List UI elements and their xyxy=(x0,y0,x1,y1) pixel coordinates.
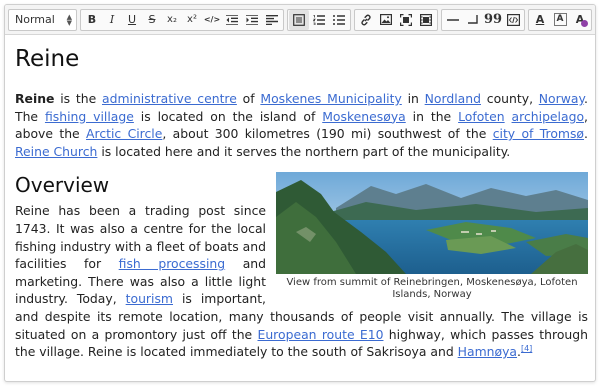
background-color-button[interactable]: A xyxy=(550,10,570,30)
align-left-button[interactable] xyxy=(262,10,282,30)
inline-format-group: B I U S x₂ x² </> xyxy=(80,8,284,31)
editor-content[interactable]: Reine Reine is the administrative centre… xyxy=(15,45,588,373)
outdent-icon xyxy=(226,14,238,25)
link-button[interactable] xyxy=(356,10,376,30)
indent-button[interactable] xyxy=(242,10,262,30)
fullscreen-icon xyxy=(400,13,412,26)
italic-button[interactable]: I xyxy=(102,10,122,30)
inline-code-button[interactable]: </> xyxy=(202,10,222,30)
citation-link[interactable]: [4] xyxy=(521,344,532,353)
image-button[interactable] xyxy=(376,10,396,30)
line-break-button[interactable] xyxy=(463,10,483,30)
media-icon xyxy=(420,13,432,26)
strikethrough-button[interactable]: S xyxy=(142,10,162,30)
text-run: , about 300 kilometres (190 mi) southwes… xyxy=(162,126,493,142)
outdent-button[interactable] xyxy=(222,10,242,30)
underline-button[interactable]: U xyxy=(122,10,142,30)
bullet-list-icon xyxy=(333,14,345,25)
format-select[interactable]: Normal ▲ ▼ xyxy=(8,8,77,31)
select-arrows-icon: ▲ ▼ xyxy=(66,12,72,27)
block-insert-group: 99 xyxy=(441,8,525,31)
text-run: is located here and it serves the northe… xyxy=(97,143,511,159)
article-figure: View from summit of Reinebringen, Mosken… xyxy=(276,172,588,301)
media-button[interactable] xyxy=(416,10,436,30)
bold-button[interactable]: B xyxy=(82,10,102,30)
text-run: of xyxy=(236,91,261,106)
code-block-icon xyxy=(506,13,520,26)
inline-link[interactable]: Arctic Circle xyxy=(86,126,162,141)
bullet-list-button[interactable] xyxy=(329,10,349,30)
horizontal-rule-button[interactable] xyxy=(443,10,463,30)
bold-text: Reine xyxy=(15,91,55,106)
paragraph-block-icon xyxy=(293,13,305,26)
inline-link[interactable]: fish processing xyxy=(119,256,225,271)
citation-superscript: [4] xyxy=(521,344,532,353)
numbered-list-icon xyxy=(313,14,325,25)
link-icon xyxy=(361,14,371,25)
insert-group xyxy=(354,8,438,31)
line-break-icon xyxy=(468,14,478,24)
inline-link[interactable]: Reine Church xyxy=(15,144,97,159)
color-group: A A A xyxy=(528,8,592,31)
code-block-button[interactable] xyxy=(503,10,523,30)
text-run: county, xyxy=(481,91,539,106)
inline-link[interactable]: Hamnøya xyxy=(458,344,517,359)
inline-link[interactable]: administrative centre xyxy=(102,91,237,106)
inline-link[interactable]: fishing village xyxy=(45,109,134,124)
inline-link[interactable]: Moskenes Municipality xyxy=(260,91,401,106)
numbered-list-button[interactable] xyxy=(309,10,329,30)
paragraph-block-button[interactable] xyxy=(289,9,309,30)
block-format-group xyxy=(287,8,351,31)
superscript-button[interactable]: x² xyxy=(182,10,202,30)
indent-icon xyxy=(246,14,258,25)
inline-link[interactable]: tourism xyxy=(126,291,173,306)
inline-link[interactable]: Nordland xyxy=(425,91,481,106)
inline-link[interactable]: Moskenesøya xyxy=(322,109,406,124)
horizontal-rule-icon xyxy=(447,18,459,21)
blockquote-button[interactable]: 99 xyxy=(483,10,503,30)
background-color-icon: A xyxy=(553,13,567,26)
align-left-icon xyxy=(266,14,278,25)
text-run: is the xyxy=(54,91,102,106)
text-run: in xyxy=(401,91,425,106)
text-run: in the xyxy=(405,108,459,124)
article-title: Reine xyxy=(15,46,80,72)
image-icon xyxy=(380,14,392,25)
subscript-button[interactable]: x₂ xyxy=(162,10,182,30)
text-run: . xyxy=(584,126,588,142)
intro-paragraph: Reine is the administrative centre of Mo… xyxy=(15,90,588,160)
reine-landscape-image[interactable] xyxy=(276,172,588,275)
inline-link[interactable]: city of Tromsø xyxy=(493,126,584,141)
text-color-button[interactable]: A xyxy=(530,10,550,30)
clear-format-button[interactable]: A xyxy=(570,10,590,30)
color-swatch-icon xyxy=(581,19,588,27)
inline-link[interactable]: Norway xyxy=(539,91,584,106)
inline-link[interactable]: archipelago xyxy=(512,109,585,124)
rich-text-editor: Normal ▲ ▼ B I U S x₂ x² </> 99 A A A Re… xyxy=(4,4,596,382)
format-select-value: Normal xyxy=(15,13,55,26)
editor-toolbar: Normal ▲ ▼ B I U S x₂ x² </> 99 A A A xyxy=(5,5,595,35)
text-run xyxy=(505,109,512,124)
text-run: is located on the island of xyxy=(133,108,323,124)
figure-caption: View from summit of Reinebringen, Mosken… xyxy=(286,277,578,301)
inline-link[interactable]: Lofoten xyxy=(458,109,505,124)
fullscreen-image-button[interactable] xyxy=(396,10,416,30)
inline-link[interactable]: European route E10 xyxy=(258,327,384,342)
